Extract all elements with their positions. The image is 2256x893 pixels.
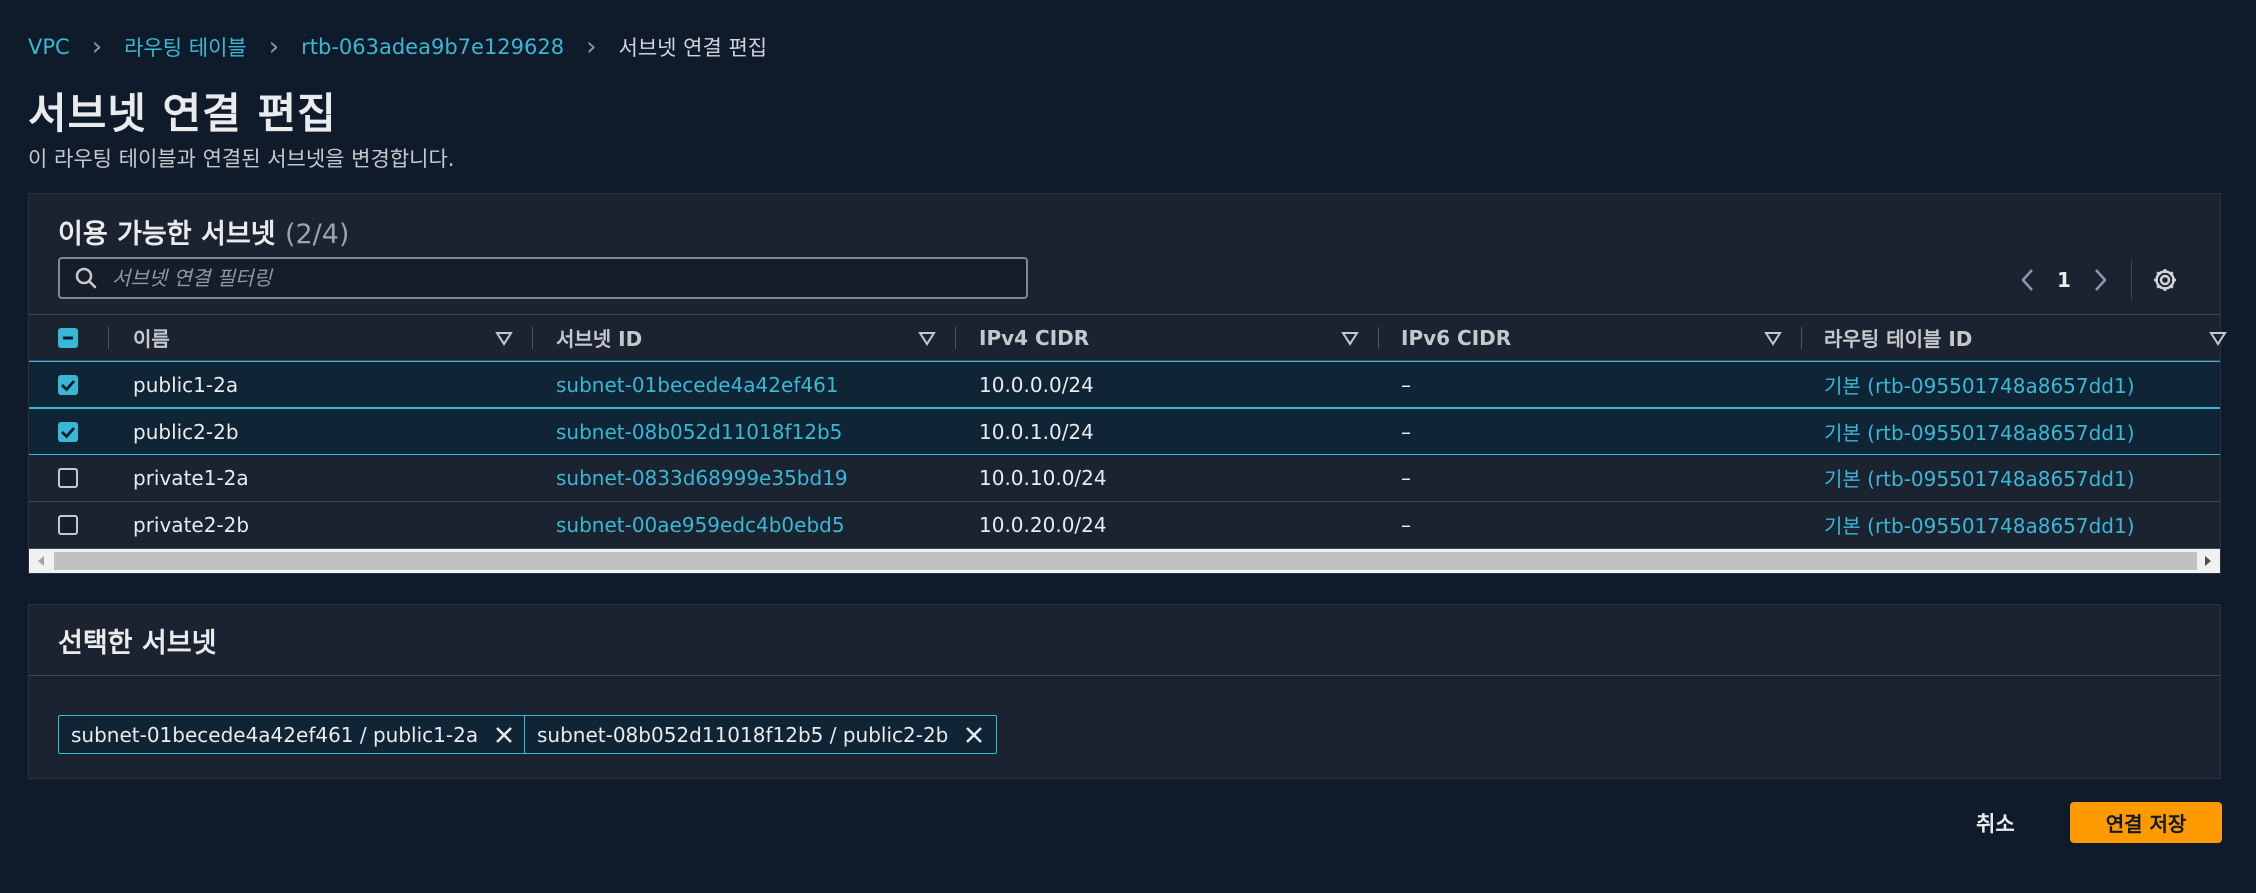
selected-subnets-panel: 선택한 서브넷 subnet-01becede4a42ef461 / publi… bbox=[28, 604, 2221, 779]
breadcrumb-chevron-icon: › bbox=[91, 32, 103, 62]
column-header-ipv6-cidr[interactable]: IPv6 CIDR bbox=[1401, 315, 1511, 360]
table-row[interactable]: private1-2a subnet-0833d68999e35bd19 10.… bbox=[29, 455, 2220, 502]
column-header-subnet-id[interactable]: 서브넷 ID bbox=[556, 315, 642, 360]
chevron-right-icon bbox=[2095, 269, 2107, 291]
column-divider bbox=[1801, 327, 1802, 349]
checkbox-checked-icon bbox=[61, 427, 76, 439]
gear-icon bbox=[2154, 269, 2176, 291]
ipv6-cidr: – bbox=[1401, 465, 1411, 490]
route-table-link[interactable]: 기본 (rtb-095501748a8657dd1) bbox=[1824, 409, 2135, 454]
sort-icon[interactable] bbox=[918, 329, 936, 347]
ipv4-cidr: 10.0.10.0/24 bbox=[979, 465, 1107, 490]
row-checkbox[interactable] bbox=[58, 375, 78, 395]
sort-icon[interactable] bbox=[2209, 329, 2227, 347]
divider bbox=[29, 675, 2220, 676]
column-divider bbox=[955, 327, 956, 349]
save-associations-button[interactable]: 연결 저장 bbox=[2070, 802, 2222, 843]
previous-page-button[interactable] bbox=[2013, 265, 2043, 295]
checkbox-checked-icon bbox=[61, 380, 76, 392]
scroll-right-arrow-icon[interactable] bbox=[2196, 549, 2220, 573]
subnet-name: private1-2a bbox=[133, 465, 249, 490]
token-label: subnet-01becede4a42ef461 / public1-2a bbox=[71, 722, 479, 747]
pagination-divider bbox=[2131, 260, 2132, 300]
available-subnets-header: 이용 가능한 서브넷 (2/4) bbox=[58, 212, 349, 251]
table-row[interactable]: private2-2b subnet-00ae959edc4b0ebd5 10.… bbox=[29, 502, 2220, 549]
scroll-left-arrow-icon[interactable] bbox=[29, 549, 53, 573]
page-title: 서브넷 연결 편집 bbox=[28, 89, 337, 138]
select-all-checkbox[interactable] bbox=[58, 328, 78, 348]
ipv4-cidr: 10.0.20.0/24 bbox=[979, 512, 1107, 537]
chevron-left-icon bbox=[2021, 269, 2033, 291]
column-divider bbox=[108, 327, 109, 349]
breadcrumb-chevron-icon: › bbox=[586, 32, 597, 62]
breadcrumb: VPC › 라우팅 테이블 › rtb-063adea9b7e129628 › … bbox=[28, 32, 767, 62]
page-description: 이 라우팅 테이블과 연결된 서브넷을 변경합니다. bbox=[28, 147, 455, 171]
ipv4-cidr: 10.0.1.0/24 bbox=[979, 419, 1094, 444]
available-subnets-count: (2/4) bbox=[284, 219, 350, 250]
close-icon[interactable] bbox=[494, 725, 514, 745]
subnet-name: public1-2a bbox=[133, 372, 239, 397]
pagination: 1 bbox=[2013, 260, 2180, 300]
row-checkbox[interactable] bbox=[58, 515, 78, 535]
token-label: subnet-08b052d11018f12b5 / public2-2b bbox=[537, 722, 949, 747]
breadcrumb-current: 서브넷 연결 편집 bbox=[618, 36, 768, 60]
route-table-link[interactable]: 기본 (rtb-095501748a8657dd1) bbox=[1824, 455, 2135, 500]
subnet-id-link[interactable]: subnet-00ae959edc4b0ebd5 bbox=[556, 502, 845, 547]
close-icon[interactable] bbox=[964, 725, 984, 745]
column-divider bbox=[1378, 327, 1379, 349]
row-checkbox[interactable] bbox=[58, 468, 78, 488]
subnet-id-link[interactable]: subnet-0833d68999e35bd19 bbox=[556, 455, 848, 500]
selected-subnets-title: 선택한 서브넷 bbox=[58, 628, 217, 659]
sort-icon[interactable] bbox=[1341, 329, 1359, 347]
subnet-id-link[interactable]: subnet-01becede4a42ef461 bbox=[556, 362, 839, 407]
subnet-id-link[interactable]: subnet-08b052d11018f12b5 bbox=[556, 409, 842, 454]
horizontal-scrollbar[interactable] bbox=[29, 549, 2220, 573]
ipv6-cidr: – bbox=[1401, 419, 1411, 444]
search-icon bbox=[75, 267, 97, 289]
next-page-button[interactable] bbox=[2085, 265, 2115, 295]
route-table-link[interactable]: 기본 (rtb-095501748a8657dd1) bbox=[1824, 362, 2135, 407]
subnet-name: private2-2b bbox=[133, 512, 250, 537]
ipv6-cidr: – bbox=[1401, 372, 1411, 397]
table-row[interactable]: public2-2b subnet-08b052d11018f12b5 10.0… bbox=[29, 408, 2220, 455]
table-settings-button[interactable] bbox=[2150, 265, 2180, 295]
column-header-route-table-id[interactable]: 라우팅 테이블 ID bbox=[1824, 315, 1972, 360]
column-header-name[interactable]: 이름 bbox=[133, 315, 170, 360]
table-header: 이름 서브넷 ID IPv4 CIDR IPv6 CIDR 라우팅 테이블 ID bbox=[29, 314, 2227, 361]
column-divider bbox=[532, 327, 533, 349]
cancel-button[interactable]: 취소 bbox=[1970, 802, 2021, 844]
breadcrumb-vpc-link[interactable]: VPC bbox=[28, 35, 70, 59]
available-subnets-title: 이용 가능한 서브넷 bbox=[58, 219, 276, 250]
selected-subnet-token: subnet-08b052d11018f12b5 / public2-2b bbox=[524, 715, 998, 754]
filter-search-input[interactable] bbox=[110, 265, 994, 291]
subnet-name: public2-2b bbox=[133, 419, 239, 444]
table-row[interactable]: public1-2a subnet-01becede4a42ef461 10.0… bbox=[29, 361, 2220, 408]
available-subnets-panel: 이용 가능한 서브넷 (2/4) 1 bbox=[28, 193, 2227, 574]
column-header-ipv4-cidr[interactable]: IPv4 CIDR bbox=[979, 315, 1089, 360]
breadcrumb-chevron-icon: › bbox=[268, 32, 280, 62]
selected-subnet-token: subnet-01becede4a42ef461 / public1-2a bbox=[58, 715, 528, 754]
route-table-link[interactable]: 기본 (rtb-095501748a8657dd1) bbox=[1824, 502, 2135, 547]
row-checkbox[interactable] bbox=[58, 422, 78, 442]
breadcrumb-route-table-link[interactable]: rtb-063adea9b7e129628 bbox=[301, 35, 564, 59]
breadcrumb-route-tables-link[interactable]: 라우팅 테이블 bbox=[124, 32, 247, 62]
ipv6-cidr: – bbox=[1401, 512, 1411, 537]
sort-icon[interactable] bbox=[1764, 329, 1782, 347]
sort-icon[interactable] bbox=[495, 329, 513, 347]
ipv4-cidr: 10.0.0.0/24 bbox=[979, 372, 1094, 397]
filter-search-box[interactable] bbox=[58, 257, 1028, 299]
current-page-number[interactable]: 1 bbox=[2043, 268, 2085, 292]
checkbox-indeterminate-icon bbox=[63, 336, 73, 340]
scrollbar-thumb[interactable] bbox=[54, 552, 2197, 570]
